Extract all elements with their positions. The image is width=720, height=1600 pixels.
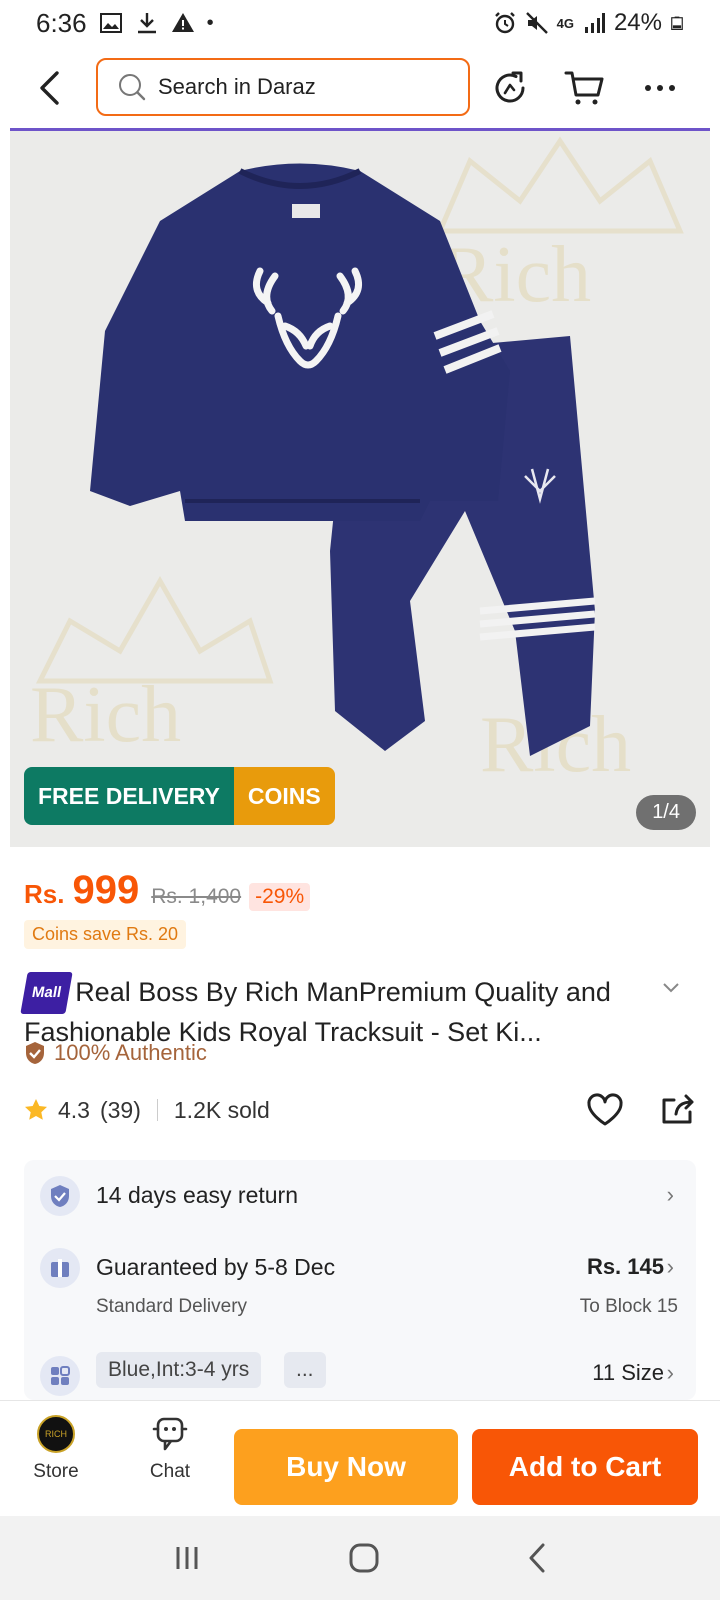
- delivery-subtitle: Standard Delivery: [96, 1296, 248, 1317]
- shield-check-icon: [26, 1042, 44, 1064]
- nav-back-icon[interactable]: [526, 1542, 548, 1574]
- cart-button[interactable]: [560, 64, 608, 112]
- bottom-action-bar: RICH Store Chat Buy Now Add to Cart: [0, 1400, 720, 1516]
- cart-icon: [564, 71, 604, 105]
- mall-badge: Mall: [20, 972, 73, 1014]
- delivery-price: Rs. 145: [586, 1254, 664, 1279]
- home-icon[interactable]: [347, 1541, 381, 1575]
- review-count[interactable]: (39): [100, 1097, 141, 1124]
- share-refresh-icon: [495, 71, 525, 103]
- delivery-row[interactable]: Guaranteed by 5-8 Dec Standard Delivery …: [24, 1248, 696, 1328]
- delivery-box-icon: [40, 1248, 80, 1288]
- warning-notification-icon: [171, 13, 194, 32]
- store-label: Store: [33, 1461, 79, 1482]
- discount-badge: -29%: [249, 883, 311, 911]
- add-to-cart-button[interactable]: Add to Cart: [472, 1429, 698, 1505]
- chat-button[interactable]: Chat: [130, 1415, 210, 1483]
- buy-now-button[interactable]: Buy Now: [234, 1429, 458, 1505]
- gallery-notification-icon: [99, 13, 122, 33]
- rating-value[interactable]: 4.3: [58, 1097, 90, 1124]
- signal-icon: [584, 13, 605, 33]
- original-price: Rs. 1,400: [151, 885, 242, 908]
- return-shield-icon: [40, 1176, 80, 1216]
- top-header: Search in Daraz: [0, 52, 720, 126]
- recent-apps-icon[interactable]: [172, 1543, 202, 1573]
- sold-count: 1.2K sold: [173, 1096, 270, 1123]
- rating-row: 4.3 (39) 1.2K sold: [24, 1092, 696, 1128]
- chevron-right-icon: ›: [666, 1254, 674, 1279]
- delivery-title: Guaranteed by 5-8 Dec: [96, 1254, 336, 1280]
- returns-row[interactable]: 14 days easy return ›: [24, 1176, 696, 1216]
- variant-chip[interactable]: Blue,Int:3-4 yrs: [96, 1352, 262, 1388]
- coins-save-badge: Coins save Rs. 20: [24, 920, 187, 949]
- chevron-down-icon[interactable]: [662, 982, 680, 994]
- image-pager: 1/4: [636, 795, 696, 830]
- share-icon[interactable]: [660, 1092, 696, 1128]
- chat-icon: [152, 1417, 188, 1451]
- more-horizontal-icon: [645, 85, 675, 91]
- current-price: 999: [72, 868, 140, 912]
- returns-text: 14 days easy return: [96, 1182, 299, 1208]
- product-title-text: Real Boss By Rich ManPremium Quality and…: [24, 977, 611, 1047]
- size-count: 11 Size: [592, 1360, 664, 1385]
- chevron-left-icon: [40, 71, 59, 105]
- authentic-label: 100% Authentic: [54, 1040, 207, 1065]
- chevron-right-icon: ›: [666, 1360, 674, 1385]
- price-row: Rs. 999 Rs. 1,400 -29%: [24, 868, 311, 913]
- coins-label: COINS: [233, 767, 335, 825]
- variant-grid-icon: [40, 1356, 80, 1396]
- system-navigation-bar: [0, 1516, 720, 1600]
- rating-divider: [156, 1099, 158, 1121]
- delivery-location: To Block 15: [579, 1296, 678, 1317]
- status-time: 6:36: [36, 7, 87, 38]
- more-notifications-dot: •: [206, 11, 214, 34]
- star-icon: [25, 1099, 47, 1120]
- download-notification-icon: [137, 13, 156, 34]
- wishlist-heart-icon[interactable]: [586, 1093, 624, 1127]
- price-currency: Rs.: [24, 879, 65, 909]
- free-delivery-coins-badge: FREE DELIVERY COINS: [24, 767, 335, 825]
- mute-icon: [525, 12, 548, 34]
- chevron-right-icon: ›: [666, 1182, 674, 1207]
- variant-more-chip[interactable]: ...: [284, 1352, 326, 1388]
- battery-percent: 24%: [613, 9, 662, 36]
- share-refresh-button[interactable]: [486, 64, 534, 112]
- battery-icon: [671, 16, 683, 31]
- free-delivery-label: FREE DELIVERY: [24, 767, 234, 825]
- search-input[interactable]: Search in Daraz: [96, 58, 470, 116]
- store-button[interactable]: RICH Store: [16, 1415, 96, 1483]
- more-options-button[interactable]: [636, 64, 684, 112]
- product-image-gallery[interactable]: Rich Rich Rich FREE DELIVERY COINS 1/4: [10, 131, 710, 847]
- search-placeholder: Search in Daraz: [158, 74, 316, 99]
- authentic-badge: 100% Authentic: [24, 1040, 207, 1066]
- watermark-text: Rich: [30, 671, 181, 759]
- service-info-card: 14 days easy return › Guaranteed by 5-8 …: [24, 1160, 696, 1400]
- variant-row[interactable]: Blue,Int:3-4 yrs ... 11 Size ›: [24, 1352, 696, 1400]
- product-title[interactable]: Mall Real Boss By Rich ManPremium Quality…: [20, 972, 664, 1050]
- status-bar: 6:36 • 4G 24%: [0, 0, 720, 46]
- back-button[interactable]: [28, 66, 72, 110]
- alarm-icon: [494, 12, 515, 34]
- chat-label: Chat: [149, 1461, 191, 1482]
- product-image: Rich Rich Rich: [30, 136, 684, 789]
- network-type: 4G: [556, 15, 574, 31]
- store-avatar: RICH: [37, 1415, 75, 1453]
- search-icon: [119, 74, 146, 101]
